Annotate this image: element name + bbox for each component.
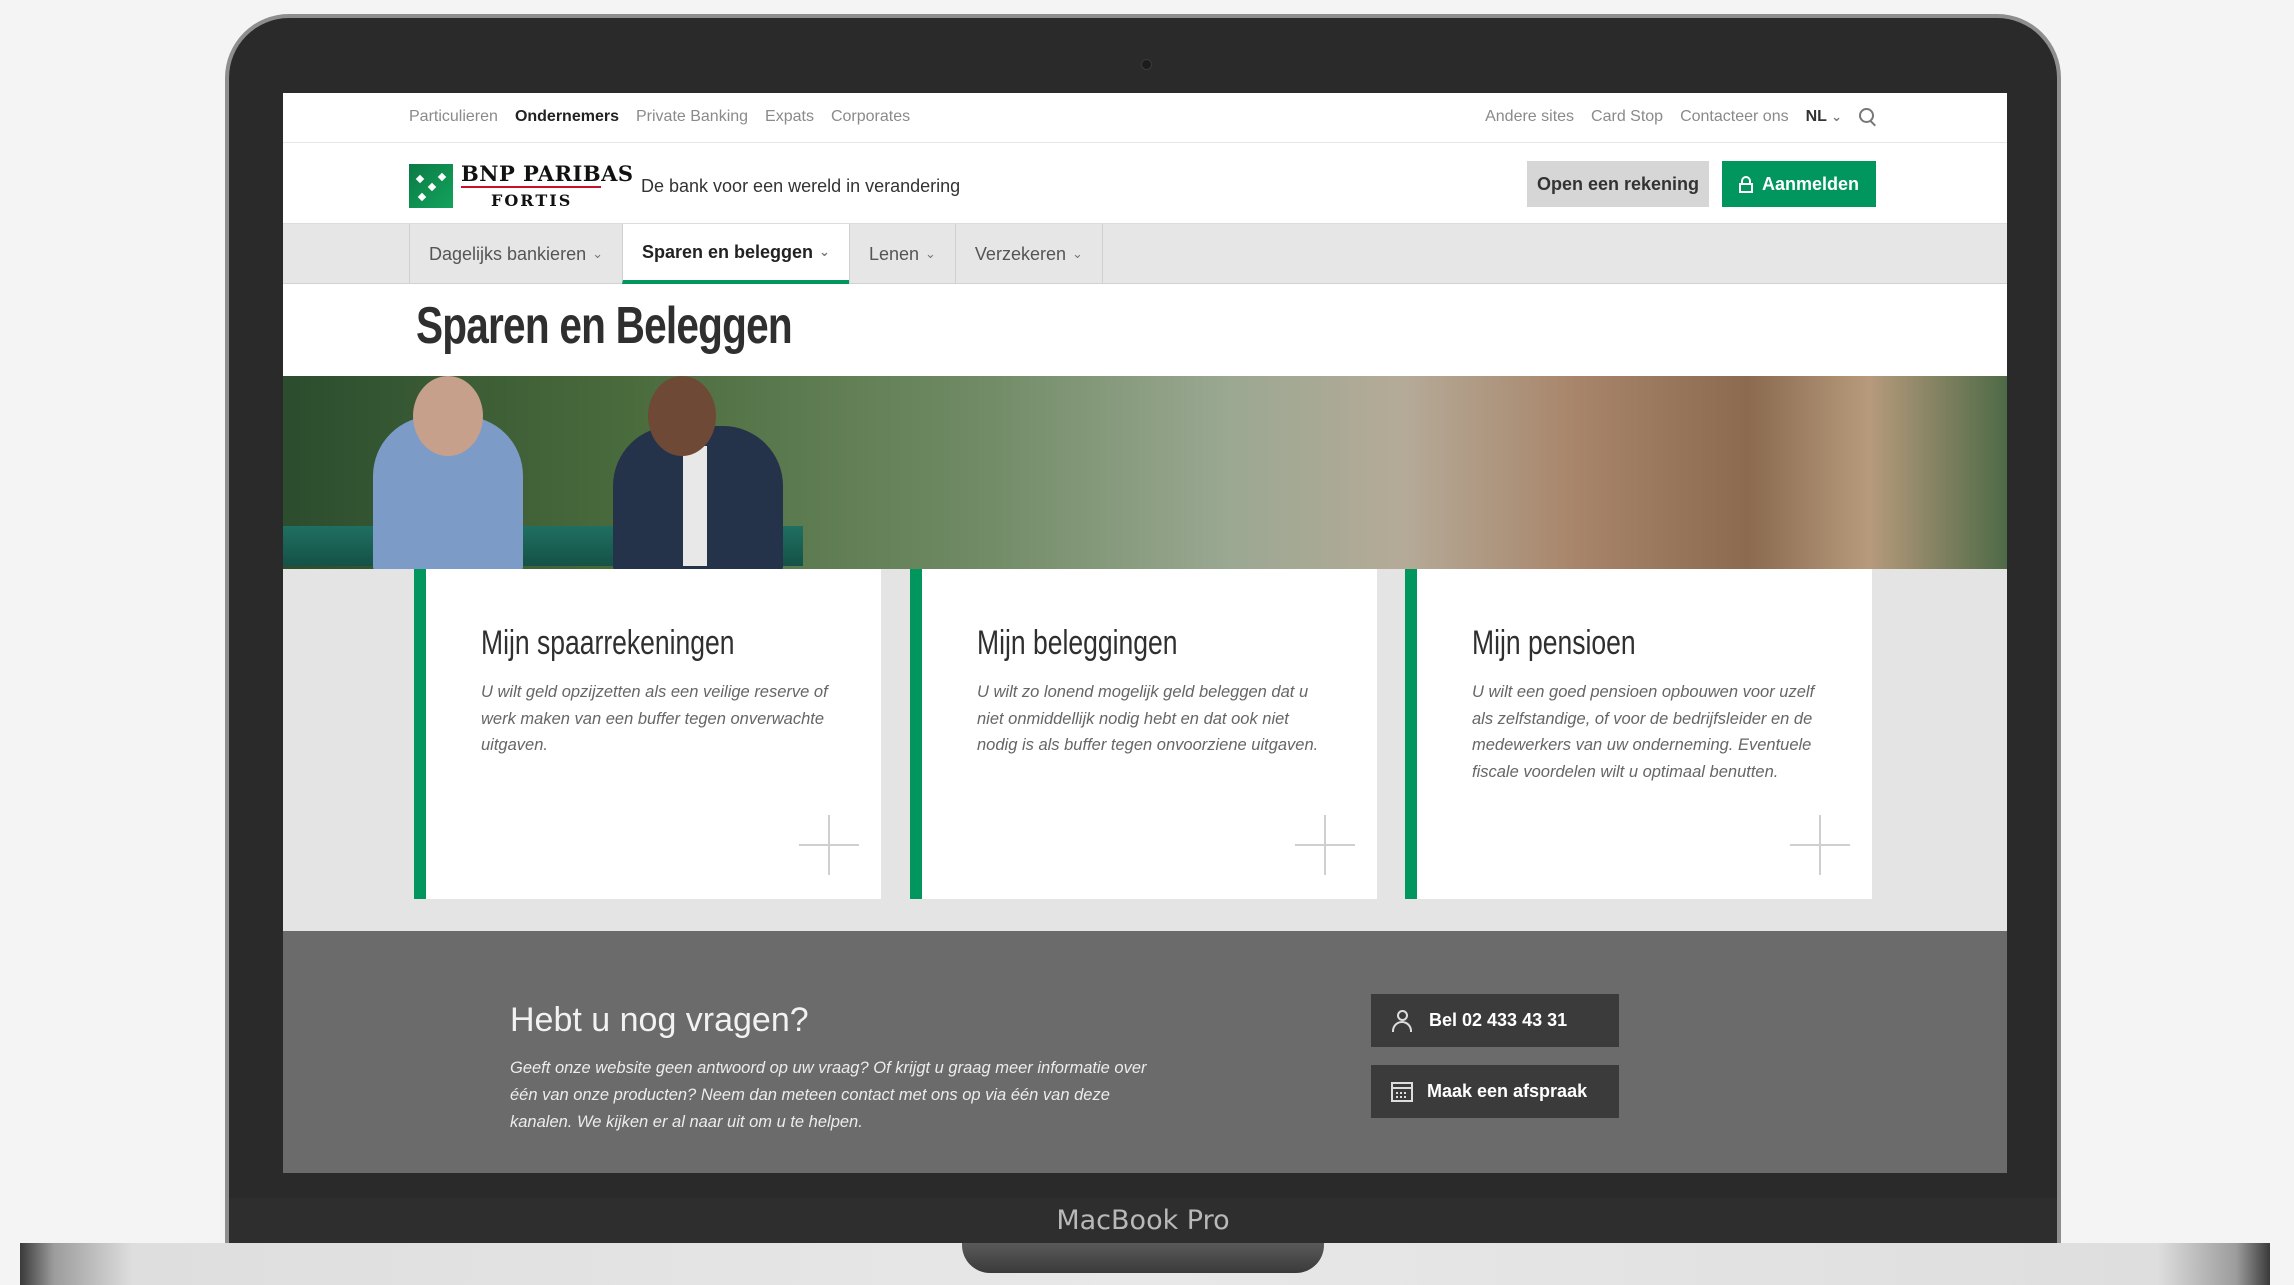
card-text: U wilt zo lonend mogelijk geld beleggen … [977,683,1319,754]
utility-bar: Particulieren Ondernemers Private Bankin… [283,93,2007,143]
product-cards: Mijn spaarrekeningen U wilt geld opzijze… [283,569,2007,931]
chevron-down-icon: ⌄ [925,246,936,261]
chevron-down-icon: ⌄ [819,244,830,259]
nav-label: Verzekeren [974,244,1066,264]
card-title: Mijn beleggingen [977,624,1178,662]
plus-icon[interactable] [799,815,859,875]
chevron-down-icon: ⌄ [1831,109,1842,124]
calendar-icon [1391,1081,1413,1102]
link-contacteer-ons[interactable]: Contacteer ons [1680,108,1789,126]
language-label: NL [1805,108,1827,125]
hero-image [283,376,2007,569]
laptop-base-notch [962,1243,1324,1273]
logo-divider [461,186,601,188]
search-icon[interactable] [1859,108,1877,126]
login-button[interactable]: Aanmelden [1722,161,1876,207]
segment-corporates[interactable]: Corporates [831,108,910,126]
call-button-label: Bel 02 433 43 31 [1429,1010,1568,1030]
segment-nav: Particulieren Ondernemers Private Bankin… [409,108,910,126]
lock-icon [1738,176,1753,193]
segment-expats[interactable]: Expats [765,108,814,126]
hero-person-2-shirt [683,446,707,566]
appointment-button[interactable]: Maak een afspraak [1371,1065,1619,1118]
camera-icon [1141,59,1152,70]
nav-label: Sparen en beleggen [642,242,814,262]
hero-person-1-head [413,376,483,456]
chevron-down-icon: ⌄ [1071,246,1083,261]
card-pensioen[interactable]: Mijn pensioen U wilt een goed pensioen o… [1405,569,1872,899]
link-andere-sites[interactable]: Andere sites [1485,108,1574,126]
nav-verzekeren[interactable]: Verzekeren ⌄ [954,224,1103,284]
utility-links: Andere sites Card Stop Contacteer ons NL… [1485,108,1877,126]
open-account-button[interactable]: Open een rekening [1527,161,1709,207]
card-spaarrekeningen[interactable]: Mijn spaarrekeningen U wilt geld opzijze… [414,569,881,899]
segment-ondernemers[interactable]: Ondernemers [515,108,619,126]
call-button[interactable]: Bel 02 433 43 31 [1371,994,1619,1047]
hero-person-2-head [648,376,716,456]
logo-text: BNP PARIBAS FORTIS [461,163,634,209]
nav-lenen[interactable]: Lenen ⌄ [848,224,955,284]
nav-sparen-en-beleggen[interactable]: Sparen en beleggen ⌄ [622,224,849,284]
nav-label: Dagelijks bankieren [429,244,587,264]
language-selector[interactable]: NL ⌄ [1806,108,1842,126]
plus-icon[interactable] [1295,815,1355,875]
contact-title: Hebt u nog vragen? [510,1001,809,1039]
contact-text: Geeft onze website geen antwoord op uw v… [510,1059,1147,1131]
segment-private-banking[interactable]: Private Banking [636,108,748,126]
segment-particulieren[interactable]: Particulieren [409,108,498,126]
nav-label: Lenen [868,244,920,264]
bnp-paribas-fortis-logo[interactable]: BNP PARIBAS FORTIS [409,163,634,209]
appointment-button-label: Maak een afspraak [1427,1081,1588,1101]
card-text: U wilt geld opzijzetten als een veilige … [481,683,828,754]
logo-line-2: FORTIS [491,191,573,210]
page-title: Sparen en Beleggen [416,297,793,355]
person-phone-icon [1391,1009,1415,1032]
card-text: U wilt een goed pensioen opbouwen voor u… [1472,683,1815,781]
browser-screen: Particulieren Ondernemers Private Bankin… [283,93,2007,1173]
contact-section: Hebt u nog vragen? Geeft onze website ge… [283,931,2007,1173]
card-beleggingen[interactable]: Mijn beleggingen U wilt zo lonend mogeli… [910,569,1377,899]
nav-dagelijks-bankieren[interactable]: Dagelijks bankieren ⌄ [409,224,622,284]
macbook-label: MacBook Pro [1056,1205,1230,1236]
link-card-stop[interactable]: Card Stop [1591,108,1663,126]
main-nav: Dagelijks bankieren ⌄ Sparen en beleggen ⌄… [283,224,2007,284]
card-title: Mijn spaarrekeningen [481,624,735,662]
site-header: BNP PARIBAS FORTIS De bank voor een were… [283,143,2007,224]
login-button-label: Aanmelden [1761,174,1860,194]
plus-icon[interactable] [1790,815,1850,875]
logo-mark-icon [409,164,453,208]
tagline: De bank voor een wereld in verandering [641,176,961,196]
logo-line-1: BNP PARIBAS [461,161,634,186]
card-title: Mijn pensioen [1472,624,1636,662]
chevron-down-icon: ⌄ [592,246,603,261]
